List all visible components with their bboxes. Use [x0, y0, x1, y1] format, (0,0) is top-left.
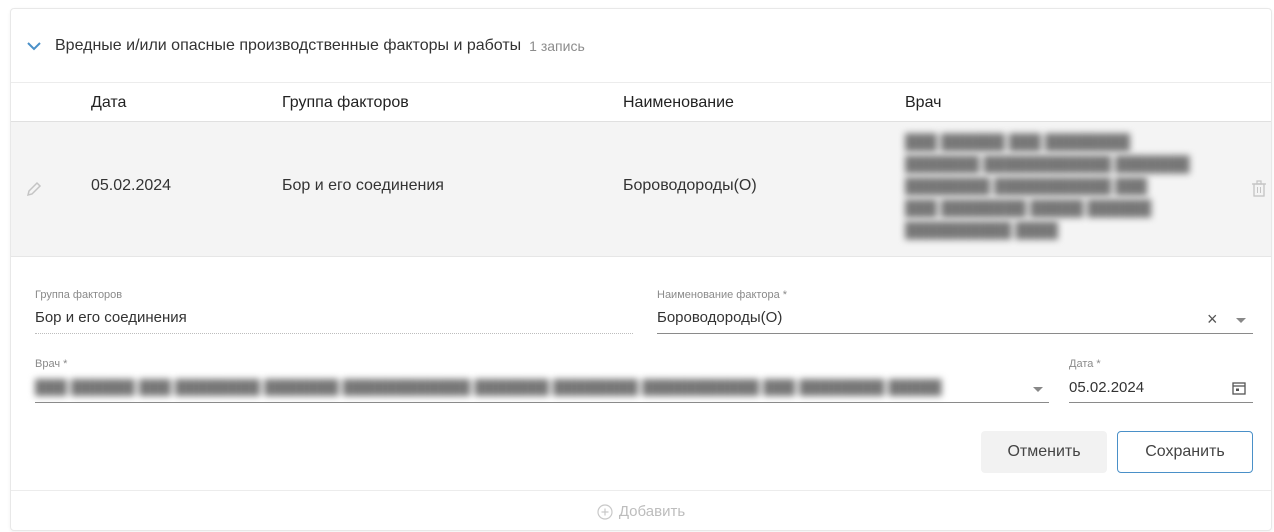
row-date: 05.02.2024 — [91, 177, 172, 194]
date-field-underline — [1069, 402, 1253, 403]
calendar-icon[interactable] — [1232, 381, 1246, 395]
group-field: Бор и его соединения — [35, 309, 187, 326]
factor-field-underline — [657, 333, 1253, 334]
doctor-line: ███████ ████████████ ███████ — [905, 156, 1190, 173]
doctor-field[interactable]: ███ ██████ ███ ████████ ███████ ████████… — [35, 379, 1025, 396]
hazard-factors-card: Вредные и/или опасные производственные ф… — [10, 8, 1272, 531]
table-header: Дата Группа факторов Наименование Врач — [11, 84, 1271, 122]
record-count: 1 запись — [529, 37, 585, 54]
date-field[interactable]: 05.02.2024 — [1069, 379, 1144, 396]
group-field-label: Группа факторов — [35, 289, 123, 301]
plus-circle-icon — [597, 503, 613, 520]
cancel-button[interactable]: Отменить — [981, 431, 1107, 473]
edit-form: Группа факторов Бор и его соединения Наи… — [11, 257, 1271, 487]
add-row-button[interactable]: Добавить — [11, 490, 1271, 532]
close-icon[interactable]: × — [1207, 310, 1218, 328]
doctor-field-label: Врач * — [35, 358, 68, 370]
row-doctor: ███ ██████ ███ ████████ ███████ ████████… — [905, 132, 1235, 242]
doctor-field-underline — [35, 402, 1049, 403]
column-header-date: Дата — [91, 94, 127, 111]
doctor-line: ███ ██████ ███ ████████ — [905, 134, 1131, 151]
group-field-underline — [35, 333, 633, 334]
row-name: Бороводороды(О) — [623, 177, 757, 194]
save-button[interactable]: Сохранить — [1117, 431, 1253, 473]
add-label: Добавить — [618, 503, 686, 520]
column-header-name: Наименование — [623, 94, 734, 111]
doctor-line: ██████████ ████ — [905, 222, 1058, 239]
chevron-down-icon[interactable] — [1236, 318, 1246, 323]
factor-field-label: Наименование фактора * — [657, 289, 788, 301]
doctor-line: ███ ████████ █████ ██████ — [905, 200, 1152, 217]
section-header[interactable]: Вредные и/или опасные производственные ф… — [11, 9, 1271, 83]
row-group: Бор и его соединения — [282, 177, 444, 194]
date-field-label: Дата * — [1069, 358, 1101, 370]
column-header-doctor: Врач — [905, 94, 942, 111]
doctor-line: ████████ ███████████ ███ — [905, 178, 1148, 195]
chevron-down-icon[interactable] — [1033, 387, 1043, 392]
pencil-icon[interactable] — [25, 180, 43, 198]
section-title: Вредные и/или опасные производственные ф… — [55, 36, 522, 54]
factor-field[interactable]: Бороводороды(О) — [657, 309, 782, 326]
column-header-group: Группа факторов — [282, 94, 409, 111]
chevron-down-icon[interactable] — [25, 37, 43, 55]
trash-icon[interactable] — [1251, 180, 1267, 198]
table-row[interactable]: 05.02.2024 Бор и его соединения Бороводо… — [11, 122, 1271, 257]
